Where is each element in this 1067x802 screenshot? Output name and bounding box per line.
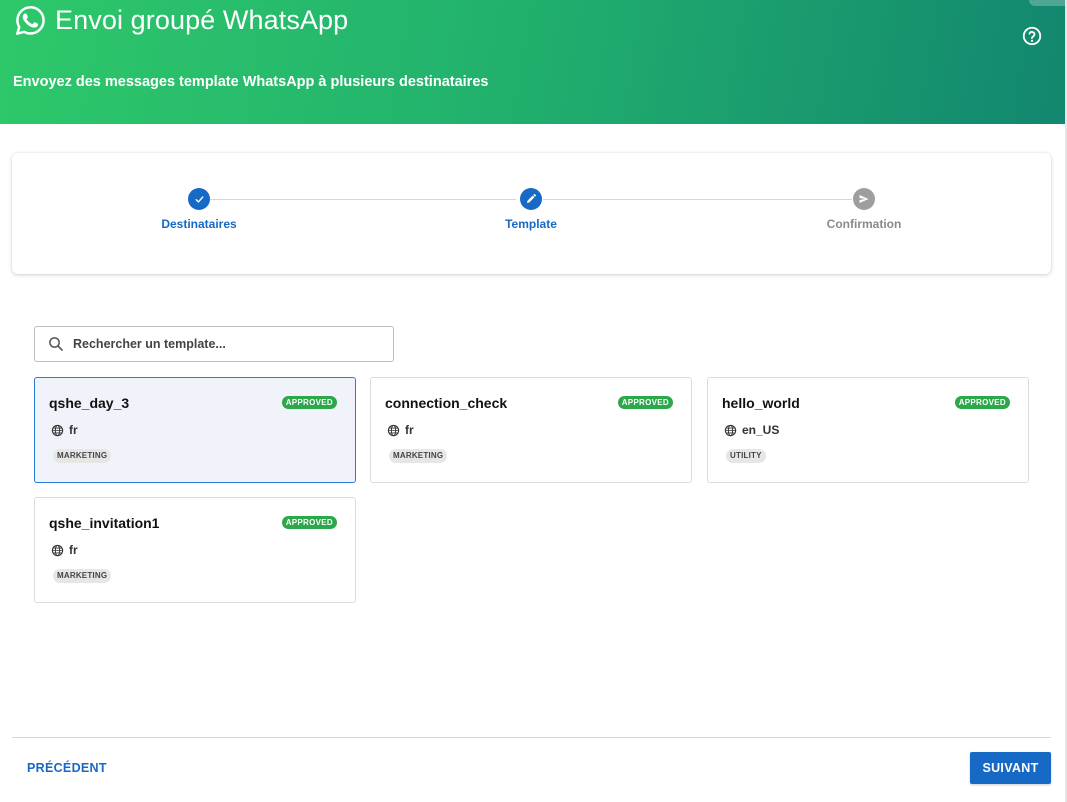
stepper: Destinataires Template Confirmation [12,153,1051,274]
template-language: fr [51,423,78,437]
step-label: Destinataires [161,217,237,231]
footer-divider [12,737,1051,738]
language-code: fr [405,423,414,437]
template-name: qshe_invitation1 [49,515,160,531]
send-icon [853,188,875,210]
next-button[interactable]: SUIVANT [970,752,1051,784]
template-language: en_US [724,423,779,437]
step-confirmation[interactable]: Confirmation [794,188,934,231]
template-name: connection_check [385,395,508,411]
page-title: Envoi groupé WhatsApp [55,5,349,35]
step-label: Confirmation [826,217,902,231]
step-destinataires[interactable]: Destinataires [129,188,269,231]
globe-icon [51,544,64,556]
template-card-hello-world[interactable]: hello_world APPROVED en_US UTILITY [707,377,1029,483]
check-icon [188,188,210,210]
help-circle-icon[interactable] [1021,25,1043,47]
language-code: en_US [742,423,780,437]
pencil-icon [520,188,542,210]
template-card-connection-check[interactable]: connection_check APPROVED fr MARKETING [370,377,692,483]
language-code: fr [69,423,78,437]
step-label: Template [505,217,557,231]
globe-icon [387,424,400,436]
header-corner-decoration [1029,0,1065,6]
page-header: Envoi groupé WhatsApp Envoyez des messag… [0,0,1065,124]
search-input[interactable] [73,337,363,351]
search-field[interactable] [34,326,394,362]
language-code: fr [69,543,78,557]
category-badge: MARKETING [53,449,112,463]
previous-button[interactable]: PRÉCÉDENT [21,755,113,781]
header-title-row: Envoi groupé WhatsApp [14,4,348,37]
category-badge: MARKETING [53,569,112,583]
template-language: fr [51,543,78,557]
globe-icon [51,424,64,436]
template-name: qshe_day_3 [49,395,130,411]
template-language: fr [387,423,414,437]
page-subtitle: Envoyez des messages template WhatsApp à… [13,74,489,90]
step-template[interactable]: Template [461,188,601,231]
globe-icon [724,424,737,436]
status-badge: APPROVED [281,516,337,529]
category-badge: MARKETING [389,449,448,463]
status-badge: APPROVED [281,396,337,409]
template-name: hello_world [722,395,800,411]
search-icon [49,337,63,351]
category-badge: UTILITY [726,449,766,463]
template-card-qshe-invitation1[interactable]: qshe_invitation1 APPROVED fr MARKETING [34,497,356,603]
whatsapp-icon [14,4,47,37]
status-badge: APPROVED [617,396,673,409]
status-badge: APPROVED [954,396,1010,409]
template-card-qshe-day-3[interactable]: qshe_day_3 APPROVED fr MARKETING [34,377,356,483]
